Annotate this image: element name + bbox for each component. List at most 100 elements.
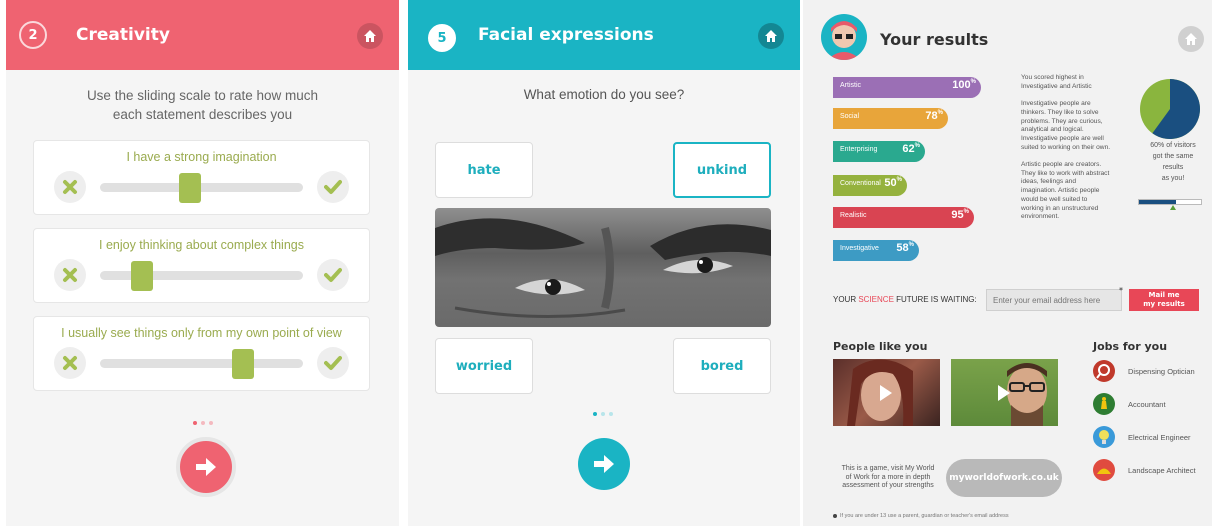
step-badge: 2 (19, 21, 47, 49)
bar-label: Social (840, 113, 860, 120)
summary-line: Investigative and Artistic (1021, 82, 1092, 90)
results-summary: You scored highest in Investigative and A… (1021, 74, 1131, 222)
cross-icon (63, 180, 77, 194)
summary-line: environment. (1021, 213, 1060, 221)
video-thumbnail[interactable] (951, 359, 1058, 426)
bar-label: Conventional (840, 180, 881, 187)
score-bar-enterprising: Enterprising 62% (833, 141, 925, 162)
home-button[interactable] (758, 23, 784, 49)
statement-card: I have a strong imagination (33, 140, 370, 215)
emotion-option-unkind[interactable]: unkind (673, 142, 771, 198)
mail-results-button[interactable]: Mail me my results (1129, 289, 1199, 311)
page-dot (209, 421, 213, 425)
summary-line: suited to working on their own. (1021, 143, 1111, 151)
bar-value-number: 95 (951, 209, 964, 221)
rating-slider[interactable] (100, 183, 303, 192)
site-link-label: myworldofwork.co.uk (949, 473, 1059, 483)
science-text: SCIENCE (858, 295, 894, 304)
page-dot (609, 412, 613, 416)
future-label: YOUR SCIENCE FUTURE IS WAITING: (833, 295, 977, 304)
visitors-line: as you! (1161, 175, 1185, 182)
disagree-button[interactable] (54, 347, 86, 379)
game-note-line: assessment of your strengths (842, 482, 934, 489)
disagree-button[interactable] (54, 171, 86, 203)
video-thumbnail[interactable] (833, 359, 940, 426)
bar-value: 78% (925, 110, 943, 122)
job-label[interactable]: Accountant (1128, 400, 1166, 409)
bar-value: 95% (951, 209, 969, 221)
bar-label: Artistic (840, 82, 861, 89)
arrow-right-icon (594, 455, 614, 473)
statement-text: I enjoy thinking about complex things (99, 238, 304, 252)
summary-line: Investigative people are well (1021, 134, 1104, 142)
home-icon (1185, 33, 1197, 45)
face-image (435, 208, 771, 327)
rating-slider[interactable] (100, 359, 303, 368)
emotion-option-hate[interactable]: hate (435, 142, 533, 198)
check-icon (324, 268, 342, 282)
jobs-heading: Jobs for you (1093, 340, 1168, 353)
optician-icon (1093, 360, 1115, 382)
slider-handle[interactable] (131, 261, 154, 291)
page-dot (601, 412, 605, 416)
summary-line: imagination. Artistic people (1021, 187, 1100, 195)
agree-button[interactable] (317, 171, 349, 203)
score-bar-realistic: Realistic 95% (833, 207, 974, 228)
page-dot (193, 421, 197, 425)
score-bar-artistic: Artistic 100% (833, 77, 981, 98)
visitors-line: results (1162, 164, 1184, 171)
summary-line: You scored highest in (1021, 74, 1084, 81)
emotion-option-worried[interactable]: worried (435, 338, 533, 394)
visitors-gauge-fill (1139, 200, 1177, 204)
play-icon[interactable] (998, 385, 1010, 401)
agree-button[interactable] (317, 347, 349, 379)
statement-card: I enjoy thinking about complex things (33, 228, 370, 303)
percent-sign: % (914, 143, 920, 149)
percent-sign: % (937, 110, 943, 116)
job-label[interactable]: Dispensing Optician (1128, 367, 1195, 376)
statement-text: I have a strong imagination (126, 150, 277, 164)
disagree-button[interactable] (54, 259, 86, 291)
job-label[interactable]: Landscape Architect (1128, 466, 1196, 475)
play-icon[interactable] (880, 385, 892, 401)
next-button[interactable] (578, 438, 630, 490)
people-heading: People like you (833, 340, 928, 353)
bullet-icon (833, 513, 837, 518)
statement-card: I usually see things only from my own po… (33, 316, 370, 391)
summary-line: would be well suited to (1021, 195, 1088, 203)
arrow-right-icon (196, 458, 216, 476)
home-button[interactable] (1178, 26, 1204, 52)
score-bar-conventional: Conventional 50% (833, 175, 907, 196)
email-input[interactable] (986, 289, 1122, 311)
game-note: This is a game, visit My World of Work f… (833, 465, 943, 491)
footnote: If you are under 13 use a parent, guardi… (833, 513, 1009, 519)
slider-handle[interactable] (231, 349, 254, 379)
slider-handle[interactable] (178, 173, 201, 203)
creativity-header: 2 Creativity (6, 0, 399, 70)
home-button[interactable] (357, 23, 383, 49)
myworldofwork-button[interactable]: myworldofwork.co.uk (946, 459, 1062, 497)
facial-expressions-screen: 5 Facial expressions What emotion do you… (408, 0, 800, 526)
emotion-option-bored[interactable]: bored (673, 338, 771, 394)
page-title: Your results (880, 30, 989, 49)
page-title: Facial expressions (478, 25, 654, 45)
cross-icon (63, 268, 77, 282)
avatar (821, 14, 867, 60)
bar-value: 50% (884, 177, 902, 189)
bar-label: Investigative (840, 245, 879, 252)
instruction-text: Use the sliding scale to rate how much e… (6, 86, 399, 124)
job-label[interactable]: Electrical Engineer (1128, 433, 1191, 442)
statement-text: I usually see things only from my own po… (61, 326, 342, 340)
next-button[interactable] (176, 437, 236, 497)
bar-label: Realistic (840, 212, 867, 219)
bar-value-number: 78 (925, 110, 938, 122)
bar-value: 58% (896, 242, 914, 254)
future-text: YOUR (833, 295, 859, 304)
summary-line: Investigative people are (1021, 100, 1091, 108)
percent-sign: % (970, 79, 976, 85)
question-text: What emotion do you see? (523, 87, 685, 102)
cross-icon (63, 356, 77, 370)
agree-button[interactable] (317, 259, 349, 291)
percent-sign: % (963, 209, 969, 215)
visitors-line: got the same (1152, 153, 1194, 160)
